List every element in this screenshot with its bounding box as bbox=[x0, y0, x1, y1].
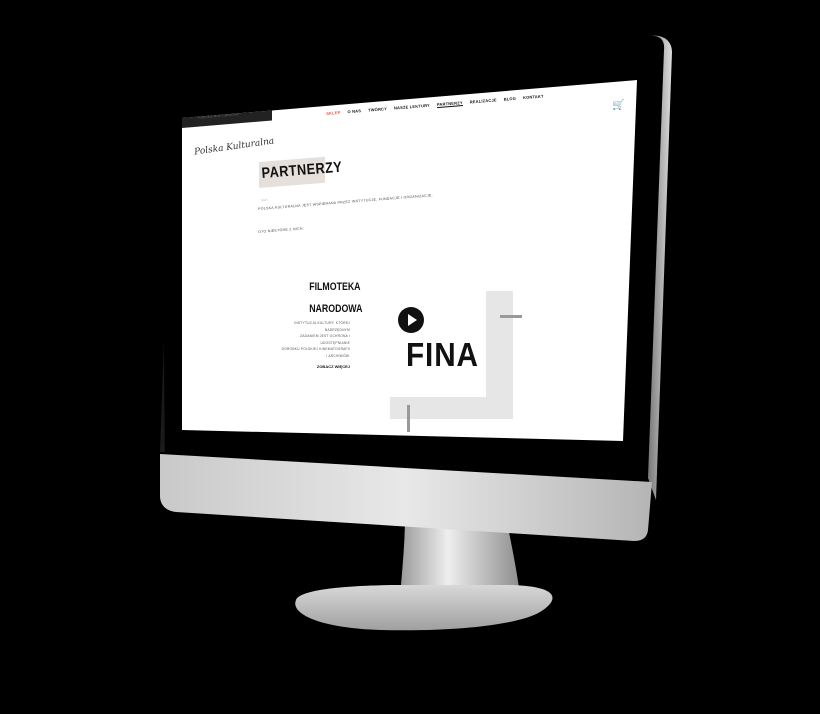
partner-logo-text[interactable]: FINA bbox=[406, 336, 479, 374]
partner-desc-line1: INSTYTUCJA KULTURY, KTÓREJ NADRZĘDNYM bbox=[294, 321, 350, 332]
logo-frame-tick bbox=[500, 315, 522, 318]
partner-name-line2: NARODOWA bbox=[309, 303, 363, 315]
partner-description: INSTYTUCJA KULTURY, KTÓREJ NADRZĘDNYM ZA… bbox=[270, 320, 350, 359]
partner-desc-line2: ZADANIEM JEST OCHRONA I UDOSTĘPNIANIE bbox=[300, 334, 350, 345]
partner-name: FILMOTEKA NARODOWA bbox=[309, 276, 363, 320]
stand-base bbox=[295, 585, 553, 631]
partner-desc-line3: DOROBKU POLSKIEJ KINEMATOGRAFII bbox=[281, 347, 350, 351]
play-icon[interactable] bbox=[398, 307, 424, 333]
logo-frame-tick bbox=[407, 405, 410, 432]
partner-desc-line4: I ARCHIWÓW. bbox=[326, 353, 350, 358]
nav-item-o-nas[interactable]: O NAS bbox=[347, 108, 361, 115]
nav-item-blog[interactable]: BLOG bbox=[504, 96, 517, 103]
breadcrumb[interactable]: Start bbox=[261, 198, 268, 202]
partner-more-link[interactable]: ZOBACZ WIĘCEJ bbox=[316, 364, 350, 369]
cart-icon[interactable]: 🛒 bbox=[612, 100, 624, 111]
logo-frame-vertical bbox=[486, 291, 513, 410]
nav-item-sklep[interactable]: SKLEP bbox=[326, 110, 341, 117]
partner-name-line1: FILMOTEKA bbox=[309, 281, 361, 293]
